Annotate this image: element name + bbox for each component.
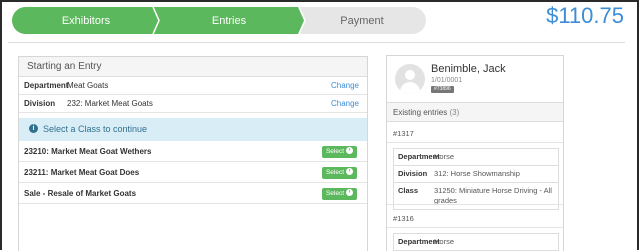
entry-divider (387, 142, 563, 143)
existing-entries-label: Existing entries (393, 108, 448, 117)
class-row: 23210: Market Meat Goat Wethers Select › (19, 141, 367, 162)
class-name: 23210: Market Meat Goat Wethers (24, 147, 152, 156)
avatar-body (400, 82, 420, 94)
entry-key: Department (398, 152, 440, 161)
entry-id: #1317 (393, 129, 414, 138)
step-exhibitors-label: Exhibitors (61, 14, 111, 27)
header-divider (8, 42, 625, 43)
entry-divider (387, 204, 563, 205)
step-entries[interactable]: Entries (160, 7, 298, 34)
entry-value: 31250: Miniature Horse Driving - All gra… (434, 186, 552, 205)
step-exhibitors[interactable]: Exhibitors (12, 7, 160, 34)
avatar (395, 64, 425, 94)
existing-entries-count: (3) (449, 108, 460, 117)
entry-value: Horse (434, 152, 455, 161)
select-class-button[interactable]: Select › (322, 146, 357, 158)
entry-row: Department Horse (394, 234, 558, 251)
division-value: 232: Market Meat Goats (67, 99, 153, 108)
class-name: 23211: Market Meat Goat Does (24, 168, 140, 177)
select-label: Select (325, 148, 345, 155)
avatar-head (405, 70, 415, 80)
change-department-link[interactable]: Change (331, 77, 359, 95)
department-row: Department Meat Goats Change (19, 77, 367, 95)
arrow-right-icon: › (346, 167, 354, 175)
window-left-border (0, 0, 2, 250)
division-row: Division 232: Market Meat Goats Change (19, 95, 367, 113)
select-class-button[interactable]: Select › (322, 188, 357, 200)
class-row: 23211: Market Meat Goat Does Select › (19, 162, 367, 183)
entry-panel: Starting an Entry Department Meat Goats … (18, 56, 368, 251)
select-class-notice: i Select a Class to continue (19, 118, 367, 141)
entry-row: Department Horse (394, 149, 558, 166)
entry-table: Department Horse (393, 233, 559, 251)
division-label: Division (24, 99, 56, 108)
entry-key: Department (398, 237, 440, 246)
entry-value: 312: Horse Showmanship (434, 169, 520, 178)
entry-value: Horse (434, 237, 455, 246)
department-value: Meat Goats (67, 81, 109, 90)
entry-key: Division (398, 169, 428, 178)
department-label: Department (24, 81, 69, 90)
exhibitor-panel: Benimble, Jack 1/01/0001 #73896 Existing… (386, 55, 564, 251)
entry-key: Class (398, 186, 419, 195)
exhibitor-name: Benimble, Jack (431, 63, 506, 75)
exhibitor-date: 1/01/0001 (431, 77, 463, 84)
select-label: Select (325, 169, 345, 176)
entry-row: Division 312: Horse Showmanship (394, 166, 558, 183)
entry-panel-title: Starting an Entry (19, 57, 367, 77)
entry-table: Department Horse Division 312: Horse Sho… (393, 148, 559, 210)
app-frame: Exhibitors Entries Payment $110.75 Start… (0, 0, 639, 251)
progress-wizard: Exhibitors Entries Payment (12, 7, 426, 34)
entry-id: #1316 (393, 214, 414, 223)
entry-divider (387, 227, 563, 228)
existing-entries-header: Existing entries (3) (387, 102, 563, 122)
window-top-border (0, 0, 639, 2)
select-class-button[interactable]: Select › (322, 167, 357, 179)
entry-row: Class 31250: Miniature Horse Driving - A… (394, 183, 558, 210)
step-entries-label: Entries (211, 14, 247, 27)
step-payment-label: Payment (340, 14, 384, 27)
arrow-right-icon: › (346, 188, 354, 196)
info-icon: i (29, 124, 38, 134)
order-total: $110.75 (546, 3, 624, 28)
class-name: Sale - Resale of Market Goats (24, 189, 137, 198)
select-label: Select (325, 190, 345, 197)
class-row: Sale - Resale of Market Goats Select › (19, 183, 367, 204)
arrow-right-icon: › (346, 146, 354, 154)
change-division-link[interactable]: Change (331, 95, 359, 113)
notice-text: Select a Class to continue (43, 124, 148, 134)
step-payment[interactable]: Payment (298, 7, 426, 34)
exhibitor-badge: #73896 (431, 86, 454, 93)
